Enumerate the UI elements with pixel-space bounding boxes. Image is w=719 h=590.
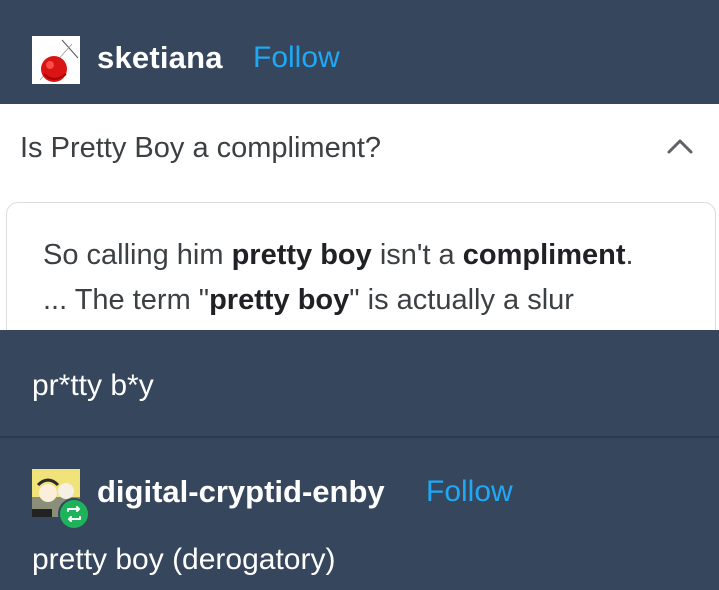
follow-button-2[interactable]: Follow: [426, 472, 513, 512]
divider: [0, 436, 719, 438]
snippet-line-1: So calling him pretty boy isn't a compli…: [43, 239, 634, 271]
post-header: sketiana Follow: [0, 0, 719, 104]
reblog-icon: [58, 498, 90, 530]
reblog-author-username[interactable]: digital-cryptid-enby: [97, 472, 385, 512]
red-ball-avatar-icon[interactable]: [32, 36, 80, 84]
reblog-text: pretty boy (derogatory): [32, 543, 336, 576]
author-username[interactable]: sketiana: [97, 38, 223, 78]
reblog-comment: pr*tty b*y: [32, 369, 154, 402]
snippet-line-2: ... The term "pretty boy" is actually a …: [43, 284, 574, 316]
embedded-search-screenshot: Is Pretty Boy a compliment? So calling h…: [0, 104, 719, 330]
answer-snippet-card: So calling him pretty boy isn't a compli…: [6, 202, 716, 330]
follow-button[interactable]: Follow: [253, 38, 340, 78]
chevron-up-icon: [664, 134, 696, 158]
search-question: Is Pretty Boy a compliment?: [20, 132, 382, 164]
